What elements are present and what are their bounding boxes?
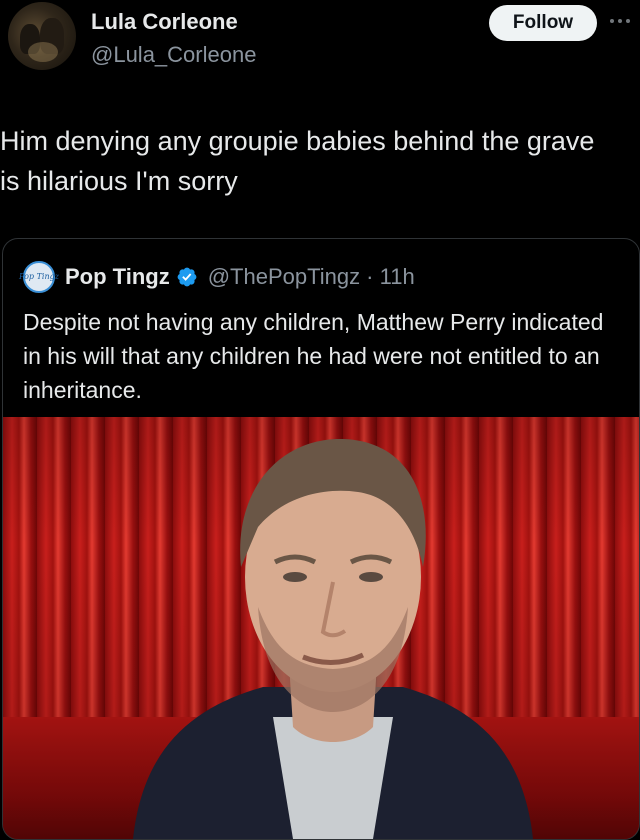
verified-badge-icon <box>177 267 197 287</box>
author-avatar[interactable] <box>8 2 76 70</box>
post-text: Him denying any groupie babies behind th… <box>0 126 595 196</box>
quoted-author-avatar[interactable]: Pop Tingz <box>19 261 59 293</box>
photo-person <box>133 438 533 839</box>
more-horizontal-icon[interactable] <box>610 16 636 26</box>
quoted-post-photo[interactable] <box>3 417 639 839</box>
quoted-post-card[interactable]: Pop Tingz Pop Tingz @ThePopTingz · 11h D… <box>2 238 640 840</box>
quoted-post-header: Pop Tingz Pop Tingz @ThePopTingz · 11h <box>19 259 415 295</box>
quoted-post-text: Despite not having any children, Matthew… <box>23 309 604 403</box>
post-header: Lula Corleone @Lula_Corleone Follow <box>0 0 640 90</box>
author-handle[interactable]: @Lula_Corleone <box>91 42 256 68</box>
quoted-display-name[interactable]: Pop Tingz <box>65 264 170 290</box>
follow-button[interactable]: Follow <box>489 5 597 41</box>
quoted-handle-timestamp[interactable]: @ThePopTingz · 11h <box>208 264 415 290</box>
author-display-name[interactable]: Lula Corleone <box>91 9 238 35</box>
